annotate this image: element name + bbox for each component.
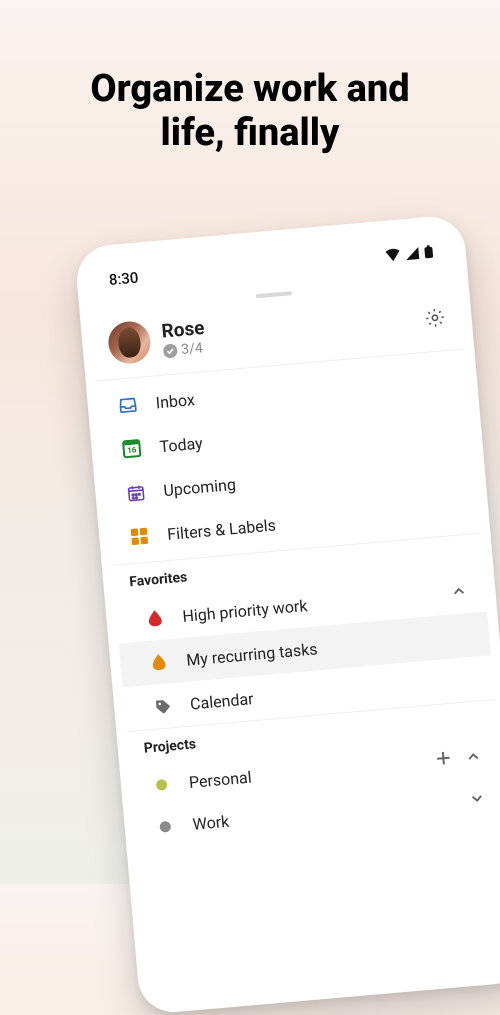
- status-bar: 8:30: [85, 225, 457, 297]
- wifi-icon: [384, 248, 401, 263]
- drop-icon: [148, 651, 170, 673]
- tag-icon: [151, 695, 173, 717]
- settings-button[interactable]: [424, 306, 447, 333]
- checkmark-circle-icon: [163, 343, 178, 358]
- nav-label: Filters & Labels: [166, 515, 276, 543]
- gear-icon: [424, 306, 447, 329]
- project-label: Personal: [188, 767, 252, 791]
- project-dot-icon: [154, 815, 176, 837]
- status-time: 8:30: [108, 269, 139, 290]
- add-project-button[interactable]: [435, 750, 452, 770]
- user-progress: 3/4: [163, 340, 207, 360]
- phone-mockup: 8:30 Rose 3/4: [74, 214, 500, 1015]
- chevron-up-icon[interactable]: [452, 582, 467, 602]
- status-icons: [384, 245, 434, 263]
- headline: Organize work andlife, finally: [0, 0, 500, 155]
- today-icon: 16: [121, 438, 143, 460]
- cell-signal-icon: [404, 246, 420, 261]
- upcoming-icon: [125, 482, 147, 504]
- user-name: Rose: [161, 316, 206, 343]
- drag-handle[interactable]: [256, 291, 292, 298]
- nav-label: Inbox: [155, 390, 196, 412]
- chevron-up-icon[interactable]: [466, 747, 481, 767]
- avatar[interactable]: [107, 320, 153, 366]
- project-label: Work: [192, 811, 230, 833]
- favorite-label: High priority work: [182, 596, 308, 626]
- drop-icon: [144, 608, 166, 630]
- chevron-down-icon[interactable]: [470, 789, 485, 809]
- favorite-label: My recurring tasks: [185, 639, 318, 669]
- inbox-icon: [117, 394, 139, 416]
- battery-icon: [423, 245, 434, 260]
- project-dot-icon: [150, 774, 172, 796]
- filters-icon: [129, 526, 151, 548]
- nav-label: Today: [159, 433, 204, 456]
- nav-label: Upcoming: [163, 474, 237, 499]
- favorite-label: Calendar: [189, 689, 254, 713]
